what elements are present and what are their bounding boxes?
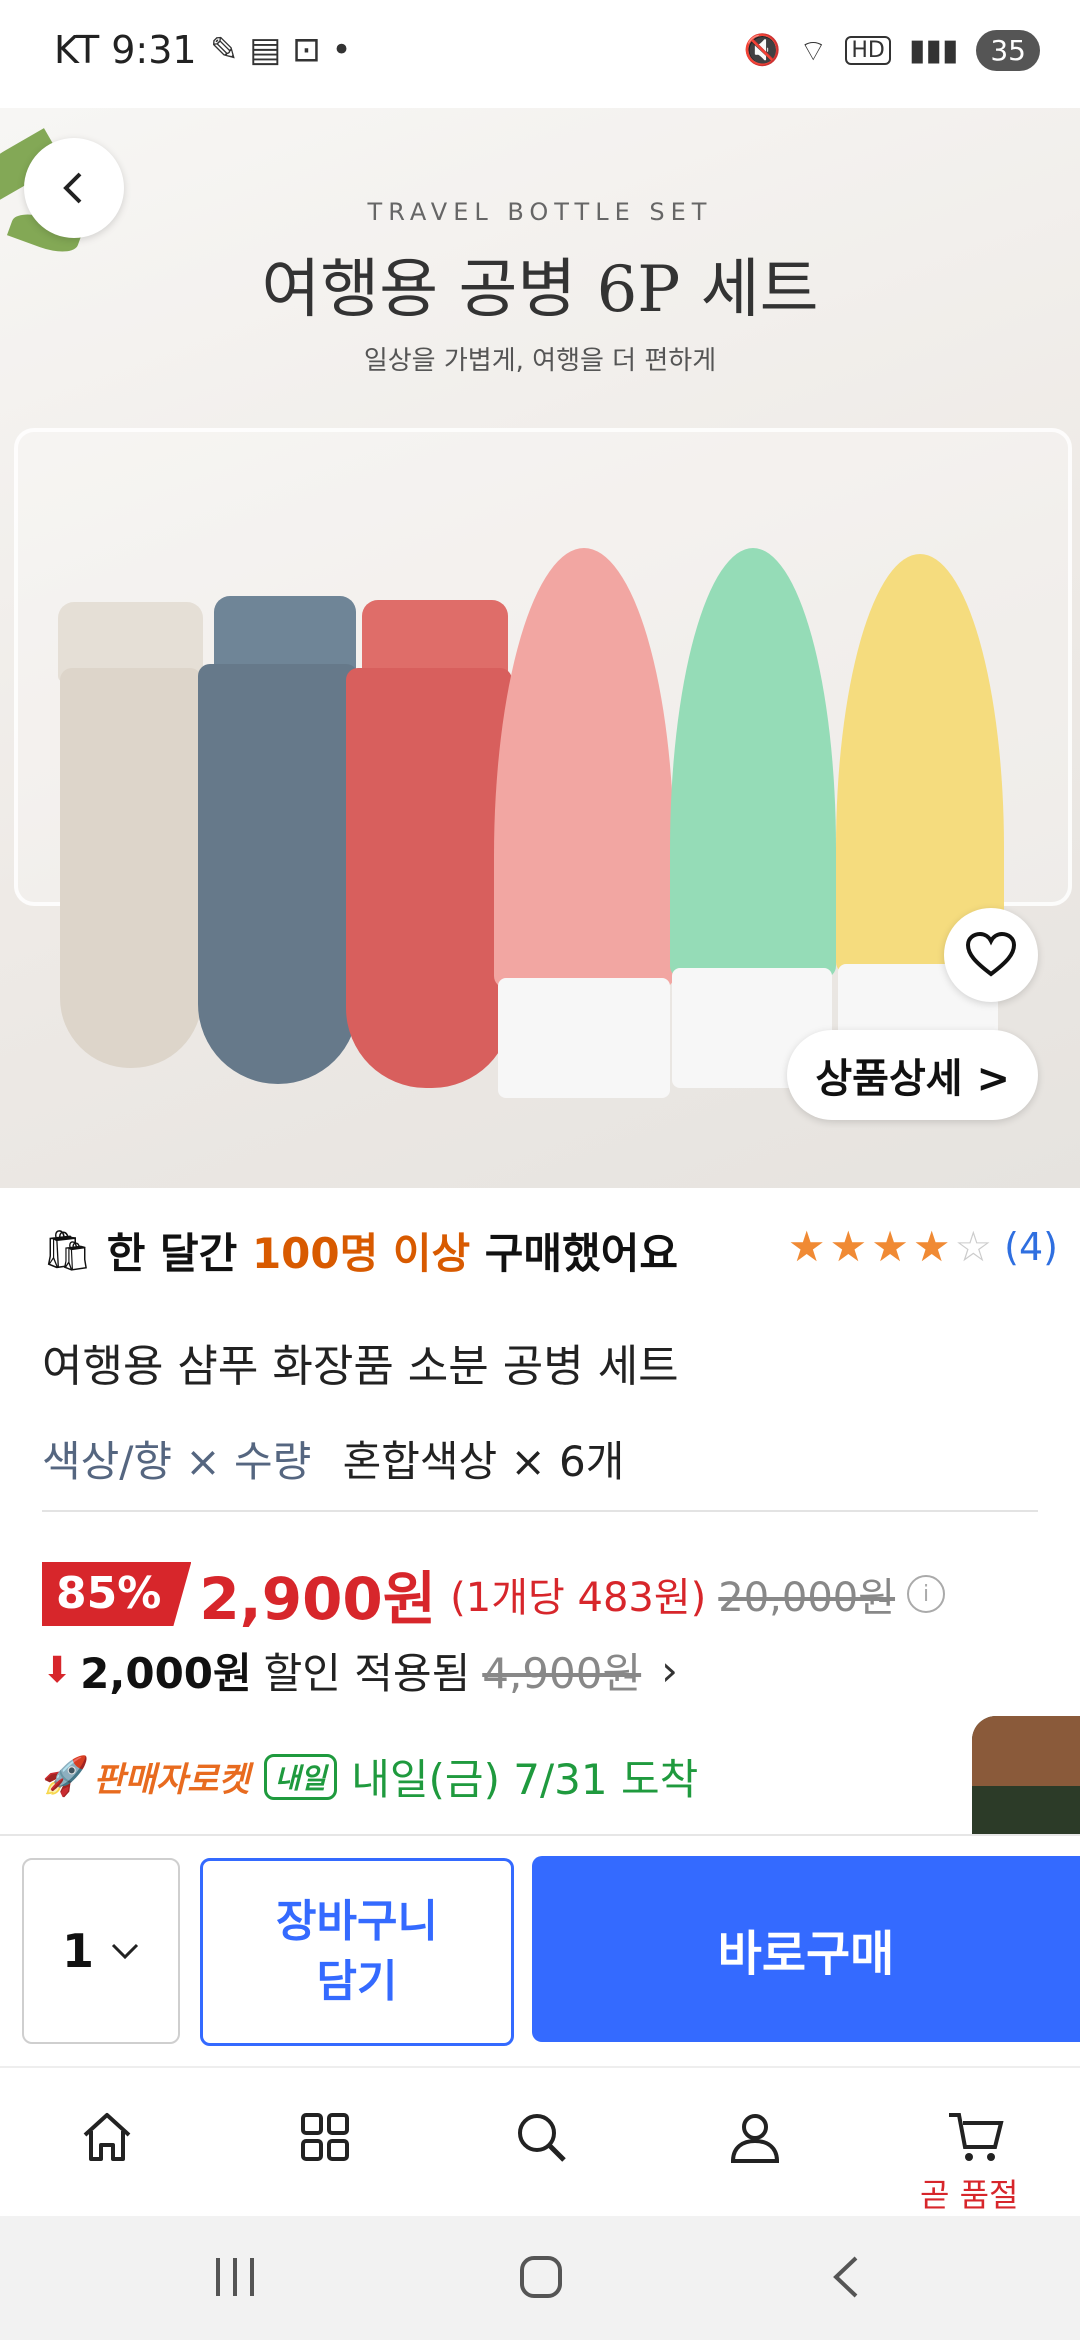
video-frame — [972, 1716, 1080, 1786]
delivery-row: 🚀 판매자로켓 내일 내일(금) 7/31 도착 — [42, 1746, 698, 1807]
back-chevron-icon — [833, 2256, 858, 2298]
hero-subtitle-ko: 일상을 가볍게, 여행을 더 편하게 — [363, 346, 717, 376]
nav-cart[interactable] — [930, 2092, 1020, 2182]
heart-icon — [965, 932, 1017, 977]
status-indicators: 🔇 ⌔ HD ▮▮▮ 35 — [744, 30, 1040, 71]
star-filled-icon: ★ — [912, 1222, 951, 1271]
product-title: 여행용 샴푸 화장품 소분 공병 세트 — [42, 1341, 679, 1392]
add-to-cart-button[interactable]: 장바구니 담기 — [200, 1858, 514, 2046]
back-system-button[interactable] — [826, 2254, 866, 2304]
option-label: 색상/향 × 수량 — [42, 1437, 312, 1486]
nav-profile[interactable] — [710, 2092, 800, 2182]
option-value: 혼합색상 × 6개 — [342, 1437, 625, 1486]
nav-category[interactable] — [280, 2092, 370, 2182]
product-detail-button[interactable]: 상품상세 > — [787, 1030, 1038, 1120]
status-time: KT 9:31 — [54, 28, 197, 72]
review-count[interactable]: (4) — [1004, 1225, 1058, 1269]
wishlist-button[interactable] — [944, 908, 1038, 1002]
info-icon[interactable]: i — [907, 1575, 946, 1613]
unit-price: (1개당 483원) — [450, 1575, 707, 1621]
home-system-button[interactable] — [518, 2254, 564, 2304]
category-icon — [301, 2113, 349, 2161]
battery-icon: 35 — [976, 30, 1040, 71]
hd-icon: HD — [845, 36, 891, 65]
wifi-icon: ⌔ — [799, 33, 828, 69]
home-square-icon — [520, 2256, 562, 2298]
soldout-label: 곧 품절 — [920, 2176, 1019, 2214]
back-button[interactable] — [24, 138, 124, 238]
back-arrow-icon — [63, 172, 82, 204]
sale-price: 2,900원 — [199, 1565, 437, 1633]
option-row[interactable]: 색상/향 × 수량 혼합색상 × 6개 — [42, 1428, 624, 1489]
seller-rocket-badge: 판매자로켓 — [93, 1760, 250, 1800]
search-icon — [518, 2114, 566, 2162]
recent-apps-button[interactable] — [210, 2254, 260, 2304]
rocket-icon: 🚀 — [42, 1754, 90, 1798]
signal-icon: ▮▮▮ — [908, 33, 959, 68]
chevron-right-icon: › — [661, 1646, 678, 1695]
product-image[interactable]: TRAVEL BOTTLE SET 여행용 공병 6P 세트 일상을 가볍게, … — [0, 108, 1080, 1188]
profile-icon — [730, 2114, 780, 2163]
chevron-down-icon — [111, 1943, 139, 1960]
coupon-amount: 2,000원 — [80, 1649, 252, 1698]
shopping-bag-icon: 🛍 — [42, 1227, 93, 1274]
cart-icon — [949, 2113, 1004, 2161]
down-arrow-icon: ⬇ — [42, 1650, 73, 1691]
nav-home[interactable] — [62, 2092, 152, 2182]
system-navigation — [0, 2216, 1080, 2340]
hero-subtitle-en: TRAVEL BOTTLE SET — [367, 198, 713, 226]
star-empty-icon: ☆ — [954, 1222, 993, 1271]
original-price: 20,000원 — [718, 1575, 896, 1621]
purchase-count-text: 한 달간 100명 이상 구매했어요 — [106, 1228, 678, 1278]
discount-badge: 85% — [42, 1562, 192, 1626]
cart-button-line2: 담기 — [316, 1956, 398, 2007]
coupon-strike-price: 4,900원 — [482, 1649, 642, 1698]
home-icon — [83, 2113, 131, 2161]
cart-button-line1: 장바구니 — [276, 1896, 438, 1947]
coupon-text: 할인 적용됨 — [263, 1649, 471, 1698]
nav-search[interactable] — [496, 2092, 586, 2182]
divider — [42, 1510, 1038, 1512]
mute-icon: 🔇 — [743, 33, 782, 68]
tomorrow-badge: 내일 — [263, 1753, 338, 1800]
quantity-select[interactable]: 1 — [22, 1858, 180, 2044]
star-filled-icon: ★ — [871, 1222, 909, 1271]
price-row: 85% 2,900원 (1개당 483원) 20,000원 i — [42, 1552, 946, 1636]
notification-icons: ✎ ▤ ⊡ • — [210, 30, 352, 70]
recent-apps-icon — [216, 2258, 254, 2296]
star-filled-icon: ★ — [829, 1222, 868, 1271]
star-filled-icon: ★ — [787, 1222, 826, 1271]
rating-stars[interactable]: ★ ★ ★ ★ ☆ (4) — [788, 1222, 1058, 1271]
arrival-date: 내일(금) 7/31 도착 — [351, 1755, 699, 1804]
hero-title: 여행용 공병 6P 세트 — [261, 253, 819, 327]
buy-now-button[interactable]: 바로구매 — [532, 1856, 1080, 2042]
quantity-value: 1 — [61, 1924, 94, 1978]
coupon-row[interactable]: ⬇ 2,000원 할인 적용됨 4,900원 › — [42, 1640, 678, 1701]
status-bar: KT 9:31 ✎ ▤ ⊡ • 🔇 ⌔ HD ▮▮▮ 35 — [0, 0, 1080, 108]
